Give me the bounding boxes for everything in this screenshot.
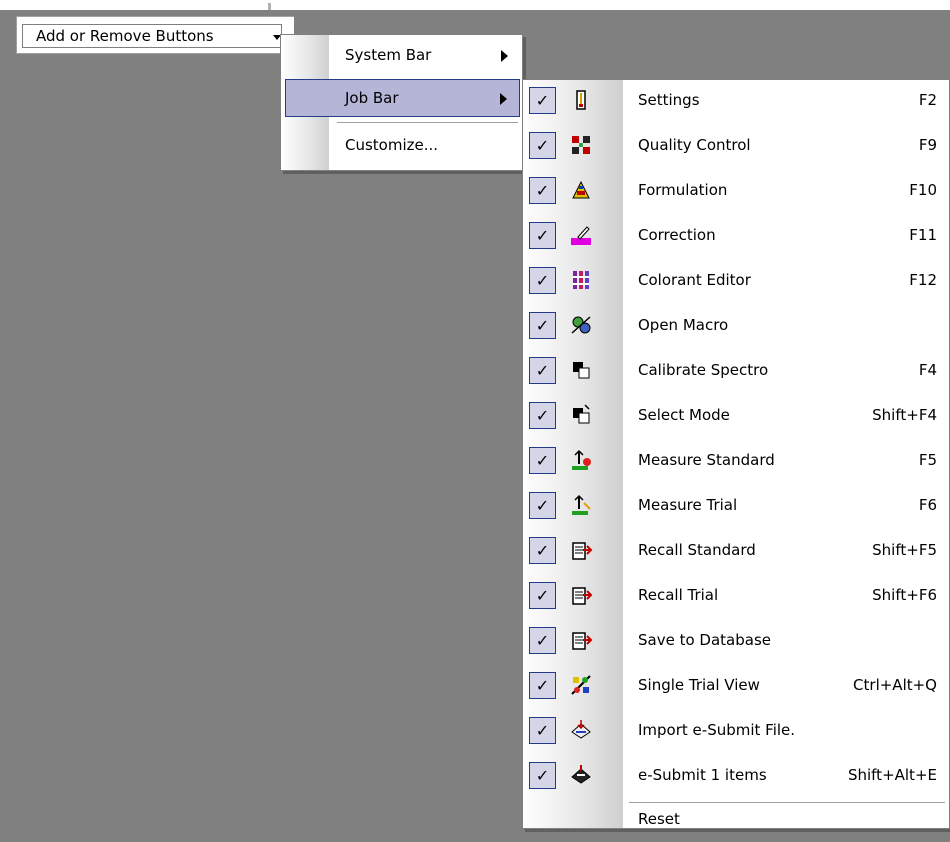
menu-item-label: Formulation xyxy=(638,181,728,199)
menu-item-label: Colorant Editor xyxy=(638,271,751,289)
quality-control-icon xyxy=(572,136,590,154)
menu-item-save-to-database[interactable]: ✓ Save to Database xyxy=(523,622,949,660)
open-macro-icon xyxy=(571,316,591,334)
recall-trial-icon xyxy=(572,587,593,605)
menu-item-import-esubmit-file[interactable]: ✓ Import e-Submit File. xyxy=(523,712,949,750)
menu-item-recall-trial[interactable]: ✓ Recall Trial Shift+F6 xyxy=(523,577,949,615)
menu-item-label: System Bar xyxy=(345,46,432,64)
toolbar-submenu: System Bar Job Bar Customize... xyxy=(280,34,523,171)
menu-item-customize[interactable]: Customize... xyxy=(281,127,522,165)
check-icon: ✓ xyxy=(529,447,556,474)
submenu-arrow-icon xyxy=(500,93,507,105)
menu-item-label: Save to Database xyxy=(638,631,771,649)
check-icon: ✓ xyxy=(529,402,556,429)
check-icon: ✓ xyxy=(529,762,556,789)
add-remove-buttons-button[interactable]: Add or Remove Buttons xyxy=(22,24,282,48)
menu-item-quality-control[interactable]: ✓ Quality Control F9 xyxy=(523,127,949,165)
menu-separator xyxy=(629,802,945,803)
menu-item-esubmit-items[interactable]: ✓ e-Submit 1 items Shift+Alt+E xyxy=(523,757,949,795)
menu-item-shortcut: F4 xyxy=(918,361,937,379)
add-remove-buttons-label: Add or Remove Buttons xyxy=(36,27,214,45)
menu-item-label: Recall Standard xyxy=(638,541,756,559)
select-mode-icon xyxy=(573,404,590,424)
check-icon: ✓ xyxy=(529,672,556,699)
check-icon: ✓ xyxy=(529,222,556,249)
menu-item-label: Correction xyxy=(638,226,716,244)
menu-item-shortcut: Shift+F6 xyxy=(872,586,937,604)
settings-icon xyxy=(576,90,586,110)
menu-item-shortcut: Ctrl+Alt+Q xyxy=(853,676,937,694)
menu-item-label: Customize... xyxy=(345,136,439,154)
menu-item-shortcut: F12 xyxy=(909,271,937,289)
menu-separator xyxy=(337,122,518,123)
check-icon: ✓ xyxy=(529,132,556,159)
menu-item-shortcut: F2 xyxy=(918,91,937,109)
formulation-icon xyxy=(572,180,590,199)
menu-item-label: Calibrate Spectro xyxy=(638,361,769,379)
menu-item-recall-standard[interactable]: ✓ Recall Standard Shift+F5 xyxy=(523,532,949,570)
menu-item-label: e-Submit 1 items xyxy=(638,766,767,784)
menu-item-shortcut: F9 xyxy=(918,136,937,154)
menu-item-formulation[interactable]: ✓ Formulation F10 xyxy=(523,172,949,210)
menu-item-measure-standard[interactable]: ✓ Measure Standard F5 xyxy=(523,442,949,480)
menu-item-label: Open Macro xyxy=(638,316,729,334)
menu-item-label: Reset xyxy=(638,810,680,828)
menu-item-shortcut: Shift+F5 xyxy=(872,541,937,559)
top-strip xyxy=(0,0,950,10)
correction-icon xyxy=(571,226,591,245)
menu-item-label: Select Mode xyxy=(638,406,730,424)
measure-standard-icon xyxy=(572,449,591,470)
menu-item-label: Job Bar xyxy=(345,89,399,107)
menu-item-label: Quality Control xyxy=(638,136,751,154)
check-icon: ✓ xyxy=(529,312,556,339)
check-icon: ✓ xyxy=(529,492,556,519)
recall-standard-icon xyxy=(572,542,593,560)
measure-trial-icon xyxy=(572,494,591,515)
menu-item-shortcut: F6 xyxy=(918,496,937,514)
menu-item-shortcut: F10 xyxy=(909,181,937,199)
check-icon: ✓ xyxy=(529,267,556,294)
toolbar-grip[interactable] xyxy=(268,3,271,10)
add-remove-buttons-area: Add or Remove Buttons xyxy=(16,16,294,54)
check-icon: ✓ xyxy=(529,537,556,564)
menu-item-label: Settings xyxy=(638,91,700,109)
menu-item-shortcut: F11 xyxy=(909,226,937,244)
menu-item-system-bar[interactable]: System Bar xyxy=(281,37,522,75)
submenu-arrow-icon xyxy=(501,50,508,62)
menu-item-colorant-editor[interactable]: ✓ Colorant Editor F12 xyxy=(523,262,949,300)
menu-item-job-bar[interactable]: Job Bar xyxy=(285,79,520,117)
check-icon: ✓ xyxy=(529,582,556,609)
check-icon: ✓ xyxy=(529,177,556,204)
check-icon: ✓ xyxy=(529,627,556,654)
save-database-icon xyxy=(572,632,593,650)
esubmit-icon xyxy=(571,765,591,784)
job-bar-submenu: ✓ Settings F2 ✓ Quality Control F9 ✓ For… xyxy=(522,79,950,829)
menu-item-open-macro[interactable]: ✓ Open Macro xyxy=(523,307,949,345)
menu-item-label: Measure Trial xyxy=(638,496,738,514)
menu-item-label: Measure Standard xyxy=(638,451,775,469)
menu-item-reset[interactable]: Reset xyxy=(523,804,949,842)
calibrate-spectro-icon xyxy=(573,362,590,379)
menu-item-calibrate-spectro[interactable]: ✓ Calibrate Spectro F4 xyxy=(523,352,949,390)
check-icon: ✓ xyxy=(529,717,556,744)
menu-item-label: Import e-Submit File. xyxy=(638,721,796,739)
menu-item-shortcut: Shift+Alt+E xyxy=(847,766,937,784)
menu-item-correction[interactable]: ✓ Correction F11 xyxy=(523,217,949,255)
menu-item-single-trial-view[interactable]: ✓ Single Trial View Ctrl+Alt+Q xyxy=(523,667,949,705)
colorant-editor-icon xyxy=(573,271,589,289)
menu-item-shortcut: F5 xyxy=(918,451,937,469)
menu-item-label: Single Trial View xyxy=(638,676,760,694)
single-trial-view-icon xyxy=(571,675,591,695)
check-icon: ✓ xyxy=(529,357,556,384)
menu-item-shortcut: Shift+F4 xyxy=(872,406,937,424)
menu-item-label: Recall Trial xyxy=(638,586,719,604)
menu-item-measure-trial[interactable]: ✓ Measure Trial F6 xyxy=(523,487,949,525)
menu-item-settings[interactable]: ✓ Settings F2 xyxy=(523,82,949,120)
check-icon: ✓ xyxy=(529,87,556,114)
import-esubmit-icon xyxy=(571,720,591,739)
menu-item-select-mode[interactable]: ✓ Select Mode Shift+F4 xyxy=(523,397,949,435)
